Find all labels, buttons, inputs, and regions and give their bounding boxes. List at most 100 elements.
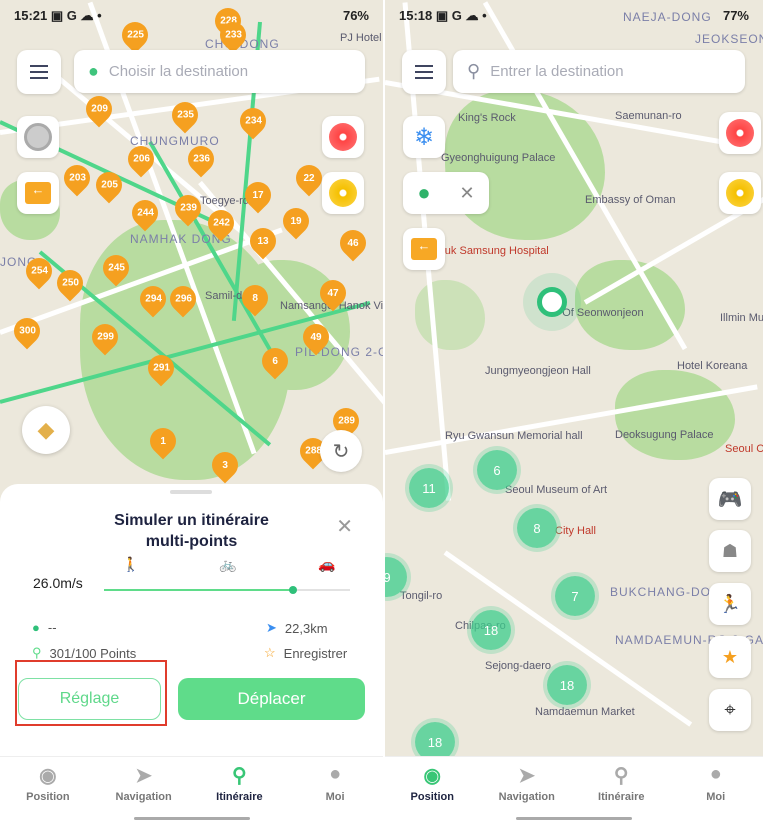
freeze-button[interactable]: ❄	[403, 116, 445, 158]
speed-slider[interactable]	[104, 586, 350, 594]
duration-value: --	[47, 620, 57, 635]
menu-button[interactable]	[17, 50, 61, 94]
import-folder-button[interactable]: ←	[17, 172, 59, 214]
tab-moi[interactable]: ● Moi	[287, 757, 383, 824]
marker-label: 209	[90, 103, 108, 115]
close-icon[interactable]: ✕	[459, 183, 474, 204]
current-location-marker	[537, 287, 567, 317]
destination-input[interactable]	[490, 63, 713, 80]
speed-run-button[interactable]: 🏃	[709, 583, 751, 625]
refresh-button[interactable]: ↻	[320, 430, 362, 472]
route-point-marker[interactable]: 19	[277, 202, 315, 240]
favorites-button[interactable]: ★	[709, 636, 751, 678]
pokeball-button[interactable]	[17, 116, 59, 158]
battery-level: 77%	[722, 8, 749, 23]
marker-label: 19	[290, 215, 302, 227]
tab-label: Navigation	[115, 791, 172, 803]
map-label: City Hall	[555, 525, 596, 537]
location-icon: ◉	[423, 765, 441, 787]
marker-label: 235	[176, 109, 194, 121]
poi-cluster[interactable]: 18	[471, 610, 511, 650]
tab-moi[interactable]: ● Moi	[669, 757, 763, 824]
user-icon: ●	[709, 763, 722, 785]
red-pokeball-icon	[329, 123, 357, 151]
destination-search[interactable]: ●	[74, 50, 365, 93]
route-point-marker[interactable]: 205	[90, 166, 128, 204]
marker-label: 47	[327, 287, 339, 299]
tab-position[interactable]: ◉ Position	[0, 757, 96, 824]
tab-label: Moi	[706, 791, 726, 803]
pokemon-red-button[interactable]	[322, 116, 364, 158]
pokemon-yellow-button[interactable]	[322, 172, 364, 214]
map-label: Gyeonghuigung Palace	[441, 152, 556, 164]
yellow-pokeball-icon	[329, 179, 357, 207]
close-icon[interactable]: ✕	[336, 514, 353, 539]
joystick-button[interactable]: 🎮	[709, 478, 751, 520]
star-badge-icon: ★	[721, 646, 739, 667]
left-phone-screen: CHO-DONGCHUNGMURONAMHAK DONGToegye-roSam…	[0, 0, 383, 824]
poi-cluster[interactable]: 11	[409, 468, 449, 508]
map-label: Illmin Mus	[720, 312, 763, 324]
distance: ➤ 22,3km	[266, 620, 328, 636]
gamepad-icon: 🎮	[717, 488, 743, 511]
map-label: Namdaemun Market	[535, 706, 635, 718]
tab-itinraire[interactable]: ⚲ Itinéraire	[574, 757, 669, 824]
tab-position[interactable]: ◉ Position	[385, 757, 480, 824]
search-icon: ⚲	[467, 61, 481, 81]
tab-itinraire[interactable]: ⚲ Itinéraire	[192, 757, 288, 824]
home-indicator	[133, 817, 250, 820]
hamburger-icon	[415, 71, 433, 73]
marker-label: 291	[152, 362, 170, 374]
marker-label: 242	[212, 217, 230, 229]
route-point-marker[interactable]: 234	[234, 102, 272, 140]
avatar[interactable]: ◆	[22, 406, 70, 454]
poi-cluster[interactable]: 7	[555, 576, 595, 616]
teleport-pin-group: ● ✕	[403, 172, 489, 214]
marker-label: 203	[68, 172, 86, 184]
route-icon: ⚲	[613, 765, 629, 787]
bottom-tab-bar: ◉ Position ➤ Navigation ⚲ Itinéraire ● Moi	[0, 756, 383, 824]
right-phone-screen: NAEJA-DONG JEOKSEON King's Rock Gyeonghuigu…	[385, 0, 763, 824]
route-point-marker[interactable]: 46	[334, 224, 372, 262]
robot-button[interactable]: ☗	[709, 530, 751, 572]
poi-cluster[interactable]: 8	[517, 508, 557, 548]
folder-icon: ←	[411, 238, 437, 260]
sheet-handle[interactable]	[170, 490, 212, 494]
poi-cluster[interactable]: 6	[477, 450, 517, 490]
bike-icon[interactable]: 🚲	[219, 556, 236, 573]
destination-input[interactable]	[108, 63, 331, 80]
walk-icon[interactable]: 🚶	[122, 556, 139, 573]
paper-plane-icon: ➤	[266, 620, 277, 635]
map-label: Seoul Museum of Art	[505, 484, 608, 496]
route-sheet: Simuler un itinéraire multi-points ✕ 🚶 🚲 …	[0, 484, 383, 756]
tab-navigation[interactable]: ➤ Navigation	[480, 757, 575, 824]
save-route[interactable]: ☆ Enregistrer	[264, 645, 347, 661]
pokemon-red-button[interactable]	[719, 112, 761, 154]
marker-label: 205	[100, 179, 118, 191]
title-line: Simuler un itinéraire	[114, 512, 269, 529]
poi-cluster[interactable]: 18	[547, 665, 587, 705]
marker-label: 239	[179, 202, 197, 214]
tab-label: Itinéraire	[598, 791, 645, 803]
map-label: Jungmyeongjeon Hall	[485, 365, 591, 377]
move-button[interactable]: Déplacer	[178, 678, 365, 720]
import-folder-button[interactable]: ←	[403, 228, 445, 270]
menu-button[interactable]	[402, 50, 446, 94]
tab-navigation[interactable]: ➤ Navigation	[96, 757, 192, 824]
settings-button[interactable]: Réglage	[18, 678, 161, 720]
slider-thumb[interactable]	[289, 586, 298, 594]
points-count: ⚲ 301/100 Points	[32, 645, 136, 661]
car-icon[interactable]: 🚗	[318, 556, 335, 573]
clock-icon: ●	[32, 620, 40, 635]
home-indicator	[516, 817, 632, 820]
robot-icon: ☗	[721, 540, 739, 561]
distance-value: 22,3km	[284, 620, 328, 636]
pokemon-yellow-button[interactable]	[719, 172, 761, 214]
status-time: 15:18	[399, 8, 433, 23]
green-pin-icon[interactable]: ●	[417, 180, 430, 206]
marker-label: 296	[174, 293, 192, 305]
map-label: Hotel Koreana	[677, 360, 748, 372]
locate-button[interactable]: ⌖	[709, 689, 751, 731]
marker-label: 8	[252, 292, 258, 304]
destination-search[interactable]: ⚲	[453, 50, 745, 93]
